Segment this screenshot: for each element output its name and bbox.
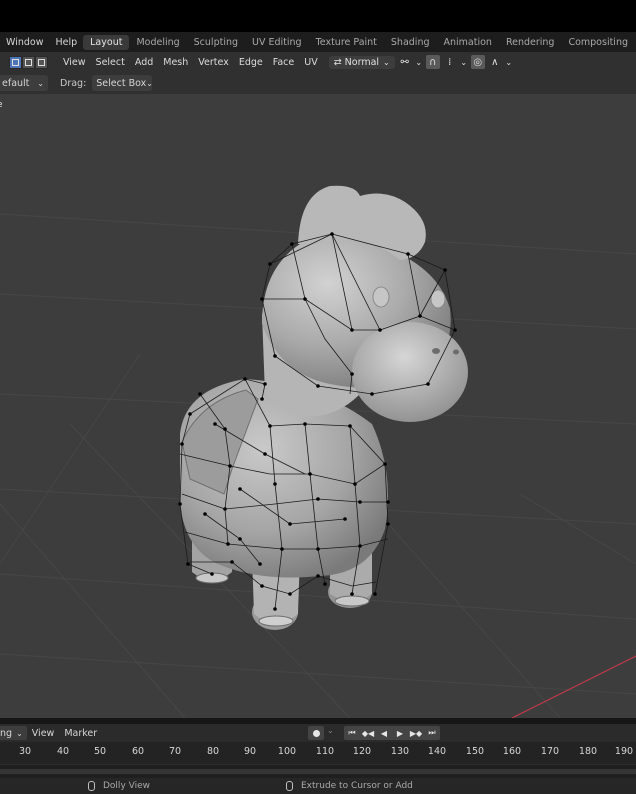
- horse-model: [178, 185, 468, 630]
- chevron-down-icon: ⌄: [146, 78, 153, 88]
- timeline-header: ng ⌄ View Marker ⌄ ⏮ ◆◀ ◀ ▶ ▶◆ ⏭: [0, 724, 636, 742]
- edge-select-icon[interactable]: [22, 55, 35, 69]
- tool-preset-dropdown[interactable]: efault ⌄: [0, 75, 48, 91]
- timeline-track[interactable]: [0, 764, 636, 778]
- tool-settings-header: efault ⌄ Drag: Select Box ⌄: [0, 72, 636, 94]
- play-icon[interactable]: ▶: [392, 726, 408, 740]
- frame-tick: 120: [352, 746, 372, 757]
- frame-tick: 180: [578, 746, 598, 757]
- frame-tick: 60: [131, 746, 145, 757]
- play-reverse-icon[interactable]: ◀: [376, 726, 392, 740]
- frame-tick: 70: [168, 746, 182, 757]
- frame-tick: 80: [206, 746, 220, 757]
- menu-view[interactable]: View: [58, 57, 91, 68]
- chevron-down-icon[interactable]: ⌄: [415, 55, 423, 69]
- menu-window[interactable]: Window: [0, 37, 49, 48]
- snap-magnet-icon[interactable]: ∩: [425, 55, 440, 69]
- tab-rendering[interactable]: Rendering: [499, 35, 562, 50]
- pivot-icon[interactable]: ⚯: [398, 55, 412, 69]
- frame-tick: 30: [18, 746, 32, 757]
- orientation-dropdown[interactable]: ⇄ Normal ⌄: [328, 55, 395, 69]
- status-hint-dolly: Dolly View: [103, 781, 150, 791]
- frame-tick: 100: [277, 746, 297, 757]
- orientation-icon: ⇄: [333, 56, 345, 68]
- menu-edge[interactable]: Edge: [234, 57, 268, 68]
- menu-select[interactable]: Select: [91, 57, 130, 68]
- frame-tick: 90: [243, 746, 257, 757]
- tab-layout[interactable]: Layout: [83, 34, 130, 50]
- tab-uv-editing[interactable]: UV Editing: [245, 35, 309, 50]
- viewport-scene: [0, 185, 636, 718]
- frame-tick: 170: [540, 746, 560, 757]
- snap-target-icon[interactable]: ⁞: [443, 55, 457, 69]
- timeline-ruler[interactable]: 30 40 50 60 70 80 90 100 110 120 130 140…: [0, 742, 636, 764]
- frame-tick: 40: [56, 746, 70, 757]
- jump-end-icon[interactable]: ⏭: [424, 726, 440, 740]
- frame-tick: 50: [93, 746, 107, 757]
- proportional-edit-icon[interactable]: ◎: [470, 55, 485, 69]
- menu-uv[interactable]: UV: [299, 57, 322, 68]
- frame-tick: 110: [315, 746, 335, 757]
- tab-animation[interactable]: Animation: [437, 35, 499, 50]
- menu-help[interactable]: Help: [49, 37, 83, 48]
- playback-controls: ⏮ ◆◀ ◀ ▶ ▶◆ ⏭: [344, 726, 440, 740]
- menu-mesh[interactable]: Mesh: [158, 57, 193, 68]
- chevron-down-icon: ⌄: [16, 728, 23, 738]
- frame-tick: 150: [465, 746, 485, 757]
- falloff-icon[interactable]: ∧: [488, 55, 502, 69]
- drag-dropdown[interactable]: Select Box ⌄: [92, 75, 153, 91]
- frame-tick: 130: [390, 746, 410, 757]
- timeline-menu-view[interactable]: View: [27, 728, 60, 739]
- timeline-menu-marker[interactable]: Marker: [59, 728, 102, 739]
- menu-vertex[interactable]: Vertex: [193, 57, 234, 68]
- timeline-mode-dropdown[interactable]: ng ⌄: [0, 726, 27, 740]
- menu-face[interactable]: Face: [268, 57, 299, 68]
- menu-add[interactable]: Add: [130, 57, 158, 68]
- chevron-down-icon[interactable]: ⌄: [505, 55, 513, 69]
- chevron-down-icon: ⌄: [383, 57, 390, 67]
- tab-compositing[interactable]: Compositing: [561, 35, 635, 50]
- mouse-middle-icon: [88, 781, 95, 791]
- chevron-down-icon: ⌄: [37, 78, 44, 88]
- chevron-down-icon[interactable]: ⌄: [460, 55, 468, 69]
- status-bar: Dolly View Extrude to Cursor or Add: [0, 778, 636, 794]
- viewport-header: View Select Add Mesh Vertex Edge Face UV…: [0, 52, 636, 72]
- status-hint-extrude: Extrude to Cursor or Add: [301, 781, 413, 791]
- mouse-right-icon: [286, 781, 293, 791]
- frame-tick: 190: [614, 746, 634, 757]
- jump-start-icon[interactable]: ⏮: [344, 726, 360, 740]
- face-select-icon[interactable]: [35, 55, 48, 69]
- chevron-down-icon[interactable]: ⌄: [327, 726, 334, 735]
- vertex-select-icon[interactable]: [9, 55, 22, 69]
- frame-range-bar: [0, 769, 636, 774]
- select-mode-group: [9, 55, 48, 69]
- orientation-value: Normal: [344, 56, 380, 68]
- record-icon[interactable]: [308, 726, 324, 740]
- title-area: [0, 0, 636, 32]
- 3d-viewport[interactable]: e: [0, 94, 636, 718]
- top-menubar: Window Help Layout Modeling Sculpting UV…: [0, 32, 636, 52]
- tab-sculpting[interactable]: Sculpting: [187, 35, 245, 50]
- tab-texture-paint[interactable]: Texture Paint: [309, 35, 384, 50]
- drag-label: Drag:: [60, 77, 87, 89]
- tab-modeling[interactable]: Modeling: [129, 35, 186, 50]
- frame-tick: 160: [502, 746, 522, 757]
- next-keyframe-icon[interactable]: ▶◆: [408, 726, 424, 740]
- prev-keyframe-icon[interactable]: ◆◀: [360, 726, 376, 740]
- frame-tick: 140: [427, 746, 447, 757]
- tab-shading[interactable]: Shading: [384, 35, 437, 50]
